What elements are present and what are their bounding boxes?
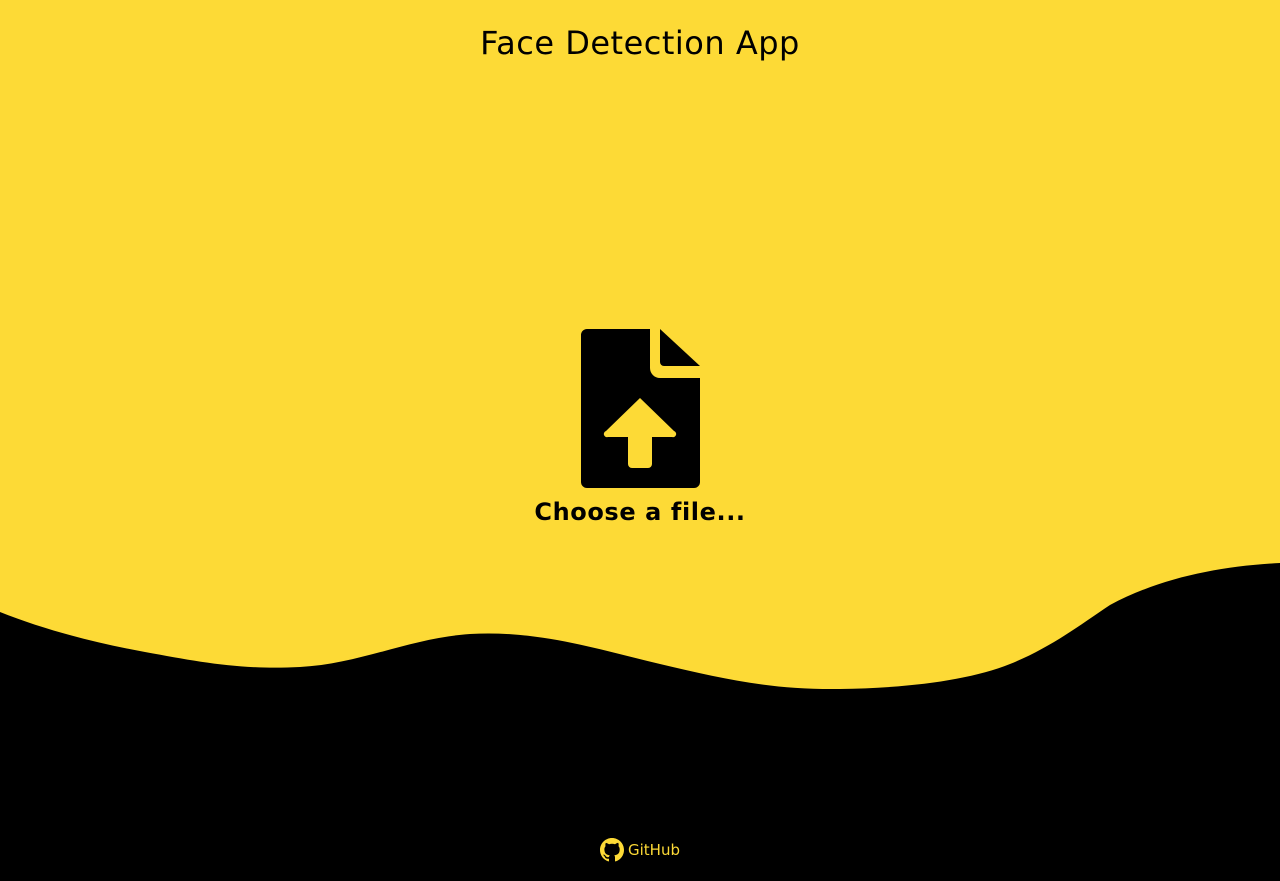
github-link[interactable]: GitHub <box>0 838 1280 862</box>
bottom-wave <box>0 563 1280 881</box>
page: Face Detection App Choose a file... GitH… <box>0 0 1280 881</box>
github-link-label: GitHub <box>628 841 680 859</box>
github-icon <box>600 838 624 862</box>
